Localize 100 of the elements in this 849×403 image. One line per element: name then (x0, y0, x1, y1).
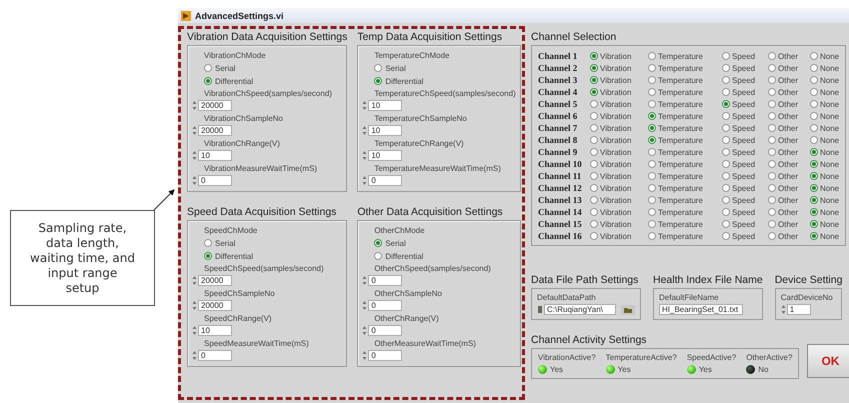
radio-button[interactable] (810, 52, 818, 60)
numeric-field[interactable]: 10 (368, 100, 402, 111)
radio-button[interactable] (810, 232, 818, 240)
radio-button[interactable] (590, 172, 598, 180)
numeric-field[interactable]: 0 (368, 300, 402, 311)
spinner-arrows-icon[interactable] (362, 350, 368, 361)
radio-button[interactable] (648, 76, 656, 84)
radio-button[interactable] (374, 252, 382, 260)
radio-button[interactable] (648, 100, 656, 108)
radio-button[interactable] (648, 64, 656, 72)
radio-button[interactable] (374, 239, 382, 247)
numeric-field[interactable]: 20000 (198, 300, 232, 311)
text-field[interactable]: 1 (786, 304, 811, 315)
radio-button[interactable] (810, 172, 818, 180)
spinner-arrows-icon[interactable] (362, 275, 368, 286)
radio-button[interactable] (810, 136, 818, 144)
radio-button[interactable] (810, 184, 818, 192)
numeric-field[interactable]: 0 (368, 325, 402, 336)
radio-button[interactable] (374, 64, 382, 72)
radio-button[interactable] (768, 112, 776, 120)
radio-button[interactable] (648, 184, 656, 192)
radio-button[interactable] (810, 100, 818, 108)
radio-button[interactable] (810, 160, 818, 168)
radio-button[interactable] (768, 196, 776, 204)
numeric-field[interactable]: 0 (198, 350, 232, 361)
spinner-arrows-icon[interactable] (780, 304, 786, 315)
radio-button[interactable] (722, 208, 730, 216)
radio-button[interactable] (204, 252, 212, 260)
radio-button[interactable] (768, 184, 776, 192)
spinner-arrows-icon[interactable] (362, 325, 368, 336)
radio-button[interactable] (768, 160, 776, 168)
radio-button[interactable] (810, 76, 818, 84)
radio-button[interactable] (768, 52, 776, 60)
numeric-field[interactable]: 0 (198, 175, 232, 186)
radio-button[interactable] (810, 196, 818, 204)
text-field[interactable]: HI_BearingSet_01.txt (659, 304, 743, 315)
radio-button[interactable] (722, 136, 730, 144)
radio-button[interactable] (590, 184, 598, 192)
radio-button[interactable] (810, 220, 818, 228)
radio-button[interactable] (722, 52, 730, 60)
numeric-field[interactable]: 0 (368, 275, 402, 286)
radio-button[interactable] (590, 124, 598, 132)
numeric-field[interactable]: 10 (368, 150, 402, 161)
text-field[interactable]: C:\RuqiangYan\ (544, 304, 616, 315)
radio-button[interactable] (648, 208, 656, 216)
spinner-arrows-icon[interactable] (362, 100, 368, 111)
radio-button[interactable] (590, 88, 598, 96)
radio-button[interactable] (722, 88, 730, 96)
numeric-field[interactable]: 0 (368, 175, 402, 186)
radio-button[interactable] (648, 52, 656, 60)
radio-button[interactable] (768, 64, 776, 72)
numeric-field[interactable]: 20000 (198, 100, 232, 111)
radio-button[interactable] (590, 52, 598, 60)
radio-button[interactable] (722, 184, 730, 192)
radio-button[interactable] (722, 100, 730, 108)
spinner-arrows-icon[interactable] (362, 150, 368, 161)
radio-button[interactable] (768, 76, 776, 84)
spinner-arrows-icon[interactable] (192, 175, 197, 186)
spinner-arrows-icon[interactable] (362, 125, 368, 136)
radio-button[interactable] (648, 160, 656, 168)
spinner-arrows-icon[interactable] (192, 350, 197, 361)
numeric-field[interactable]: 0 (368, 350, 402, 361)
radio-button[interactable] (768, 208, 776, 216)
radio-button[interactable] (648, 136, 656, 144)
radio-button[interactable] (722, 220, 730, 228)
radio-button[interactable] (590, 136, 598, 144)
radio-button[interactable] (590, 100, 598, 108)
radio-button[interactable] (722, 112, 730, 120)
spinner-arrows-icon[interactable] (192, 100, 197, 111)
radio-button[interactable] (590, 220, 598, 228)
radio-button[interactable] (204, 239, 212, 247)
radio-button[interactable] (722, 172, 730, 180)
radio-button[interactable] (374, 77, 382, 85)
radio-button[interactable] (810, 124, 818, 132)
radio-button[interactable] (648, 232, 656, 240)
numeric-field[interactable]: 10 (198, 150, 232, 161)
radio-button[interactable] (768, 220, 776, 228)
radio-button[interactable] (648, 148, 656, 156)
radio-button[interactable] (590, 232, 598, 240)
spinner-arrows-icon[interactable] (362, 300, 368, 311)
radio-button[interactable] (722, 76, 730, 84)
radio-button[interactable] (722, 64, 730, 72)
spinner-arrows-icon[interactable] (192, 275, 197, 286)
radio-button[interactable] (648, 88, 656, 96)
radio-button[interactable] (648, 196, 656, 204)
radio-button[interactable] (722, 160, 730, 168)
radio-button[interactable] (810, 208, 818, 216)
radio-button[interactable] (204, 64, 212, 72)
radio-button[interactable] (810, 148, 818, 156)
radio-button[interactable] (590, 112, 598, 120)
radio-button[interactable] (648, 172, 656, 180)
folder-icon[interactable] (621, 304, 635, 314)
radio-button[interactable] (722, 232, 730, 240)
radio-button[interactable] (648, 220, 656, 228)
spinner-arrows-icon[interactable] (192, 125, 197, 136)
radio-button[interactable] (768, 136, 776, 144)
radio-button[interactable] (648, 124, 656, 132)
radio-button[interactable] (590, 160, 598, 168)
spinner-arrows-icon[interactable] (192, 150, 197, 161)
radio-button[interactable] (768, 148, 776, 156)
